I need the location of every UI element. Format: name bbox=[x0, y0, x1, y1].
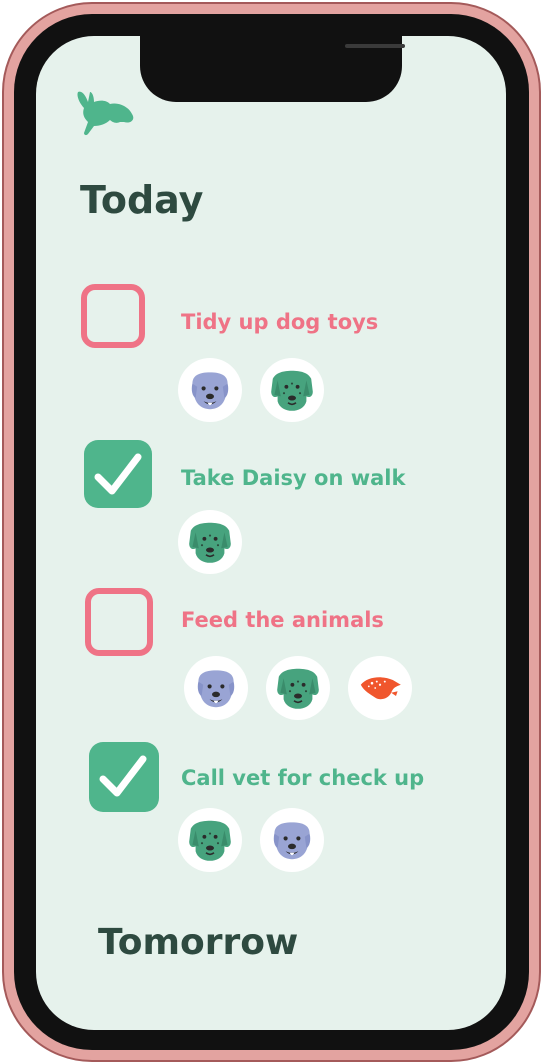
task-checkbox-unchecked[interactable] bbox=[85, 588, 153, 656]
phone-notch bbox=[140, 36, 405, 102]
task-checkbox-unchecked[interactable] bbox=[81, 284, 145, 348]
blue-dog-icon bbox=[178, 358, 242, 422]
task-checkbox-checked[interactable] bbox=[89, 742, 159, 812]
green-dog-icon bbox=[260, 358, 324, 422]
rabbit-icon bbox=[77, 91, 134, 136]
pet-tags bbox=[178, 808, 324, 872]
green-dog-icon bbox=[266, 656, 330, 720]
check-icon bbox=[94, 453, 142, 495]
task-label[interactable]: Take Daisy on walk bbox=[181, 466, 405, 490]
blue-dog-icon bbox=[184, 656, 248, 720]
pet-tags bbox=[178, 510, 242, 574]
pet-tags bbox=[178, 358, 324, 422]
orange-lizard-icon bbox=[348, 656, 412, 720]
check-icon bbox=[99, 755, 147, 797]
task-item: Feed the animals bbox=[36, 588, 506, 720]
task-label[interactable]: Feed the animals bbox=[181, 608, 384, 632]
speaker-grille bbox=[345, 44, 405, 48]
task-label[interactable]: Tidy up dog toys bbox=[181, 310, 378, 334]
task-label[interactable]: Call vet for check up bbox=[181, 766, 424, 790]
task-item: Take Daisy on walk bbox=[36, 438, 506, 574]
pet-tags bbox=[184, 656, 412, 720]
green-dog-icon bbox=[178, 510, 242, 574]
blue-dog-icon bbox=[260, 808, 324, 872]
task-item: Call vet for check up bbox=[36, 742, 506, 872]
tomorrow-heading: Tomorrow bbox=[98, 922, 299, 963]
green-dog-icon bbox=[178, 808, 242, 872]
app-screen: Today Tidy up dog toys Take Daisy on wal… bbox=[36, 36, 506, 1030]
today-heading: Today bbox=[80, 178, 204, 222]
task-checkbox-checked[interactable] bbox=[84, 440, 152, 508]
task-item: Tidy up dog toys bbox=[36, 282, 506, 422]
